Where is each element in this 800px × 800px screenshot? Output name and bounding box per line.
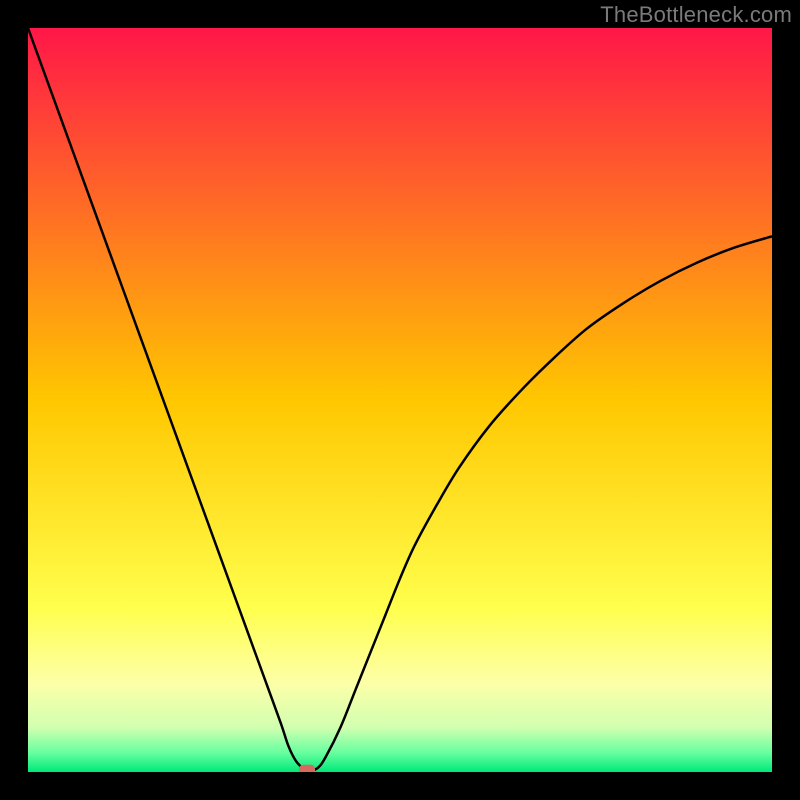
bottleneck-chart bbox=[28, 28, 772, 772]
watermark-text: TheBottleneck.com bbox=[600, 2, 792, 28]
chart-frame: TheBottleneck.com bbox=[0, 0, 800, 800]
optimum-marker bbox=[299, 765, 315, 772]
gradient-background bbox=[28, 28, 772, 772]
